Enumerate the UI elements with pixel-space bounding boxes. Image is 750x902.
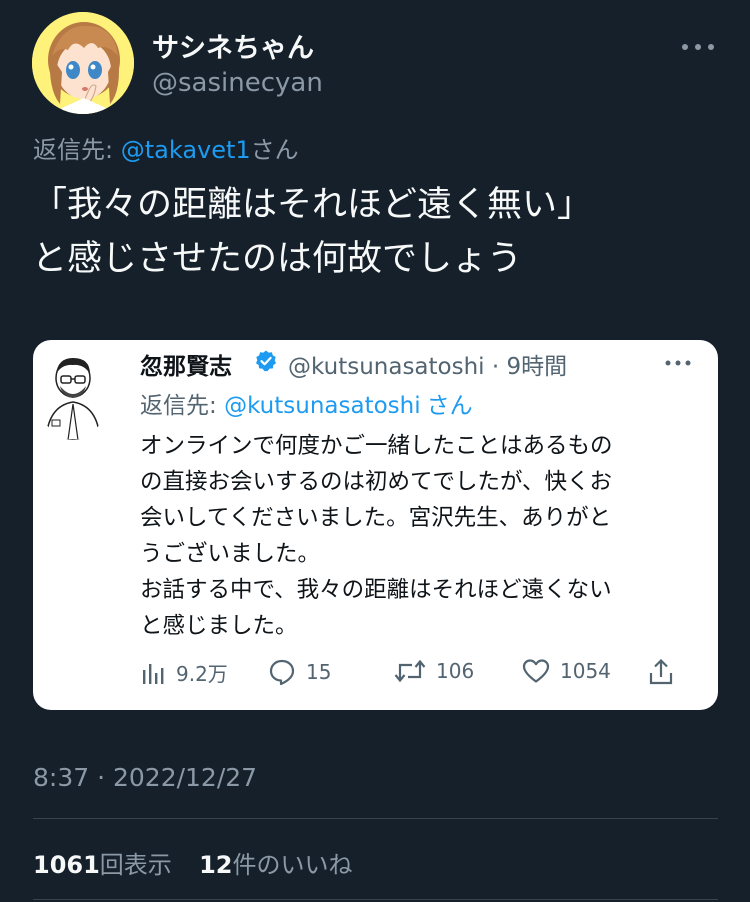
like-count: 1054 (560, 659, 611, 683)
reply-to-line: 返信先: @takavet1さん (33, 130, 299, 165)
quoted-action-bar: 9.2万 15 106 1054 (140, 658, 685, 694)
share-icon[interactable] (648, 658, 674, 686)
quoted-tweet-text: オンラインで何度かご一緒したことはあるもの の直接お会いするのは初めてでしたが、… (140, 433, 613, 639)
verified-badge-icon (254, 349, 278, 377)
quoted-author-handle-time[interactable]: @kutsunasatoshi · 9時間 (288, 347, 567, 381)
quoted-more-dots-icon[interactable] (664, 348, 692, 372)
reply-to-mention[interactable]: @takavet1 (121, 136, 251, 164)
like-action[interactable]: 1054 (522, 658, 611, 684)
quoted-reply-to-line: 返信先: @kutsunasatoshi さん (140, 386, 473, 420)
tweet-stats: 1061回表示 12件のいいね (33, 845, 352, 880)
views-total-label: 回表示 (99, 851, 172, 879)
author-handle[interactable]: @sasinecyan (152, 68, 323, 98)
views-count: 9.2万 (176, 662, 228, 686)
reply-count: 15 (306, 660, 332, 684)
tweet-timestamp[interactable]: 8:37 · 2022/12/27 (33, 763, 257, 792)
reply-to-suffix: さん (250, 136, 299, 164)
views-total-count[interactable]: 1061 (33, 851, 100, 879)
tweet-detail-page: サシネちゃん @sasinecyan 返信先: @takavet1さん 「我々の… (0, 0, 750, 902)
tweet-text: 「我々の距離はそれほど遠く無い」 と感じさせたのは何故でしょう (32, 185, 593, 279)
retweet-count: 106 (436, 659, 475, 683)
quoted-reply-suffix: さん (426, 393, 473, 419)
quoted-reply-prefix: 返信先: (140, 393, 225, 419)
divider (33, 899, 718, 900)
views-action[interactable]: 9.2万 (140, 658, 228, 687)
quoted-author-avatar[interactable] (38, 350, 108, 440)
reply-action[interactable]: 15 (268, 658, 331, 686)
heart-icon (522, 658, 550, 684)
likes-total-count[interactable]: 12 (199, 851, 232, 879)
reply-bubble-icon (268, 658, 296, 686)
quoted-author-name[interactable]: 忽那賢志 (140, 347, 232, 381)
more-dots-icon[interactable] (680, 30, 716, 58)
author-avatar[interactable] (32, 12, 134, 114)
quoted-reply-mention[interactable]: @kutsunasatoshi (224, 393, 421, 419)
retweet-action[interactable]: 106 (394, 658, 474, 684)
author-display-name[interactable]: サシネちゃん (152, 26, 314, 65)
reply-to-prefix: 返信先: (33, 136, 121, 164)
divider (33, 818, 718, 819)
likes-total-label: 件のいいね (232, 851, 353, 879)
views-bar-chart-icon (140, 660, 166, 686)
retweet-arrows-icon (394, 658, 426, 684)
